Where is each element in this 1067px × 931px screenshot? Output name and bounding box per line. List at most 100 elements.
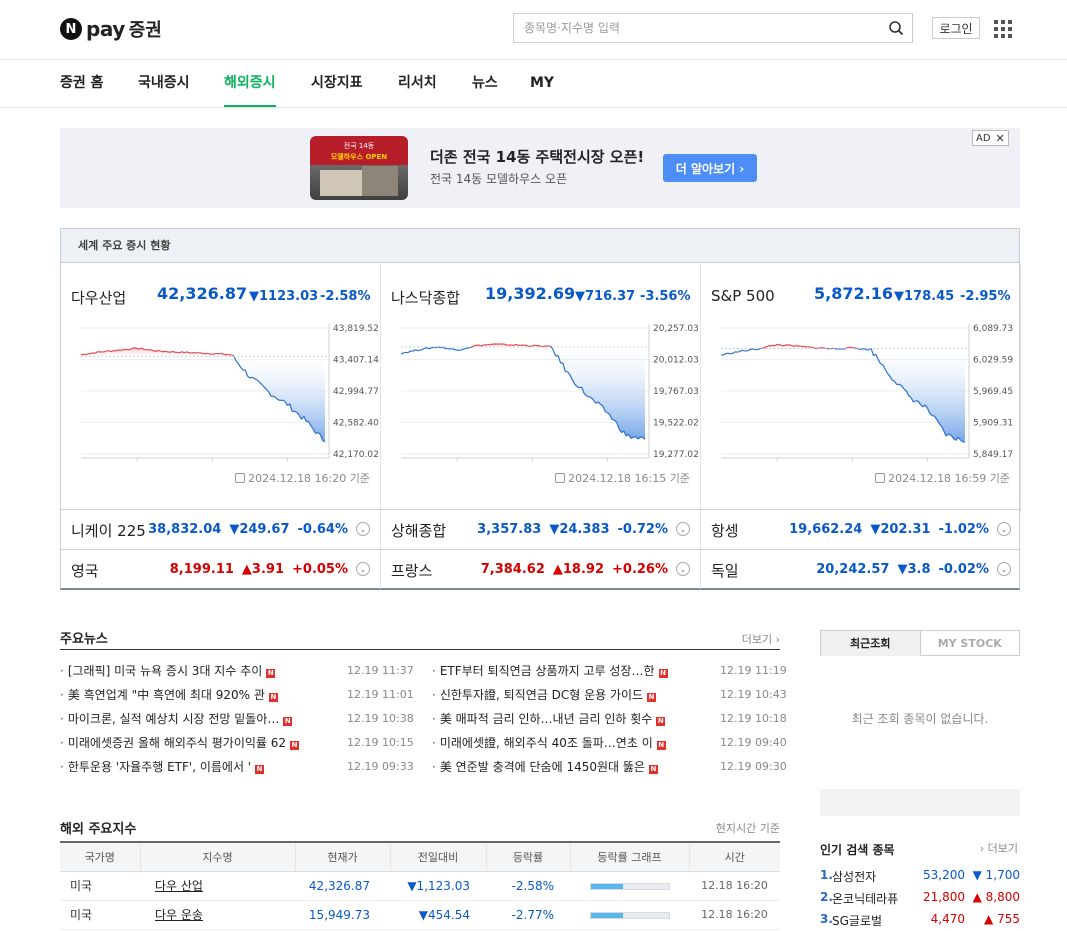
stock-name[interactable]: 온코닉테라퓨 [832, 890, 898, 907]
news-item[interactable]: · 신한투자證, 퇴직연금 DC형 운용 가이드 N [432, 686, 657, 703]
summary-hangseng[interactable]: 항셍 19,662.24 ▼202.31 -1.02% ⌄ [701, 510, 1021, 549]
tab-overseas[interactable]: 해외증시 [224, 60, 276, 107]
news-item[interactable]: · ETF부터 퇴직연금 상품까지 고루 성장…한 N [432, 662, 668, 679]
news-title[interactable]: [그래픽] 미국 뉴욕 증시 3대 지수 추이 [68, 664, 262, 678]
news-item[interactable]: · 미래에셋證, 해외주식 40조 돌파…연초 이N [432, 734, 666, 751]
news-title[interactable]: 미래에셋證, 해외주식 40조 돌파…연초 이 [440, 736, 653, 750]
chart-line-segment [588, 396, 592, 399]
rate-bar-fill [590, 912, 624, 918]
new-badge-icon: N [268, 693, 278, 702]
summary-name: 니케이 225 [71, 522, 146, 540]
news-title[interactable]: 美 매파적 금리 인하…내년 금리 인하 횟수 [440, 712, 653, 726]
news-title[interactable]: 美 흑연업계 "中 흑연에 최대 920% 관 [68, 688, 265, 702]
news-title[interactable]: 미래에셋증권 올해 해외주식 평가이익률 62 [68, 736, 286, 750]
market-card-dow[interactable]: 다우산업 42,326.87 ▼1123.03 -2.58% 43,819.52… [61, 264, 381, 512]
chart-area-up [81, 347, 325, 357]
search-icon[interactable] [888, 20, 904, 36]
market-card-sp500[interactable]: S&P 500 5,872.16 ▼178.45 -2.95% 6,089.73… [701, 264, 1021, 512]
npay-stock-logo[interactable]: N pay 증권 [60, 16, 162, 42]
news-title[interactable]: 마이크론, 실적 예상치 시장 전망 밑돌아… [68, 712, 280, 726]
chevron-down-icon[interactable]: ⌄ [676, 562, 690, 576]
news-item[interactable]: · 한투운용 '자율주행 ETF', 이름에서 ' N [60, 758, 265, 775]
news-title[interactable]: 한투운용 '자율주행 ETF', 이름에서 ' [68, 760, 251, 774]
stock-change: ▲ 8,800 [972, 890, 1020, 904]
y-tick-label: 20,012.03 [653, 356, 699, 366]
new-badge-icon: N [266, 669, 276, 678]
tab-domestic[interactable]: 국내증시 [138, 60, 190, 107]
summary-france[interactable]: 프랑스 7,384.62 ▲18.92 +0.26% ⌄ [381, 550, 701, 589]
summary-values: 3,357.83 ▼24.383 -0.72% [477, 522, 668, 537]
popular-more-link[interactable]: › 더보기 [980, 840, 1018, 856]
chevron-down-icon[interactable]: ⌄ [676, 522, 690, 536]
ad-title[interactable]: 더존 전국 14동 주택전시장 오픈! [430, 146, 644, 167]
chart-line-segment [534, 344, 538, 347]
summary-name: 영국 [71, 562, 99, 580]
table-row[interactable]: 미국 다우 운송 15,949.73 ▼454.54 -2.77% 12.18 16:20 [60, 900, 780, 930]
chart-line-segment [795, 344, 799, 347]
index-link[interactable]: 다우 운송 [155, 908, 203, 922]
news-item[interactable]: · 美 연준발 충격에 단숨에 1450원대 뚫은 N [432, 758, 658, 775]
login-button[interactable]: 로그인 [932, 17, 980, 39]
close-icon[interactable]: ✕ [996, 132, 1005, 145]
stock-name[interactable]: SG글로벌 [832, 912, 882, 929]
app-grid-icon[interactable] [994, 20, 1012, 38]
ad-learn-more-button[interactable]: 더 알아보기 › [663, 154, 757, 182]
list-item[interactable]: 1. 삼성전자 53,200 ▼ 1,700 [820, 868, 1020, 888]
stock-change: ▼ 1,700 [972, 868, 1020, 882]
news-more-link[interactable]: 더보기 › [742, 631, 780, 647]
summary-values: 20,242.57 ▼3.8 -0.02% [816, 562, 989, 577]
summary-germany[interactable]: 독일 20,242.57 ▼3.8 -0.02% ⌄ [701, 550, 1021, 589]
list-item[interactable]: 2. 온코닉테라퓨 21,800 ▲ 8,800 [820, 890, 1020, 910]
news-item[interactable]: · [그래픽] 미국 뉴욕 증시 3대 지수 추이 N [60, 662, 276, 679]
market-timestamp: 2024.12.18 16:20 기준 [235, 470, 370, 486]
news-item[interactable]: · 미래에셋증권 올해 해외주식 평가이익률 62 N [60, 734, 300, 751]
ad-thumbnail[interactable]: 전국 14동 모델하우스 OPEN [310, 136, 408, 200]
cell-time: 12.18 16:20 [689, 900, 780, 930]
news-time: 12.19 09:33 [347, 760, 414, 773]
summary-name: 프랑스 [391, 562, 433, 580]
search-input[interactable] [514, 14, 874, 42]
news-item[interactable]: · 마이크론, 실적 예상치 시장 전망 밑돌아… N [60, 710, 293, 727]
chevron-down-icon[interactable]: ⌄ [997, 562, 1011, 576]
tab-market-indicators[interactable]: 시장지표 [311, 60, 363, 107]
tab-recent-viewed[interactable]: 최근조회 [820, 630, 921, 656]
chart-line-segment [461, 348, 465, 351]
table-row[interactable]: 미국 다우 산업 42,326.87 ▼1,123.03 -2.58% 12.18 16:… [60, 871, 780, 901]
tab-stock-home[interactable]: 증권 홈 [60, 60, 104, 107]
tab-news[interactable]: 뉴스 [472, 60, 498, 107]
summary-shanghai[interactable]: 상해종합 3,357.83 ▼24.383 -0.72% ⌄ [381, 510, 701, 549]
bullet: · [60, 712, 64, 726]
news-item[interactable]: · 美 매파적 금리 인하…내년 금리 인하 횟수 N [432, 710, 666, 727]
chevron-down-icon[interactable]: ⌄ [356, 562, 370, 576]
chevron-down-icon[interactable]: ⌄ [356, 522, 370, 536]
list-item[interactable]: 3. SG글로벌 4,470 ▲ 755 [820, 912, 1020, 931]
ad-banner[interactable]: 전국 14동 모델하우스 OPEN 더존 전국 14동 주택전시장 오픈! 전국… [60, 128, 1020, 208]
news-title[interactable]: 美 연준발 충격에 단숨에 1450원대 뚫은 [440, 760, 645, 774]
tab-research[interactable]: 리서치 [398, 60, 437, 107]
news-item[interactable]: · 美 흑연업계 "中 흑연에 최대 920% 관N [60, 686, 278, 703]
market-value: 19,392.69 [485, 284, 576, 303]
index-link[interactable]: 다우 산업 [155, 879, 203, 893]
chart-line-segment [403, 351, 406, 354]
summary-uk[interactable]: 영국 8,199.11 ▲3.91 +0.05% ⌄ [61, 550, 381, 589]
world-markets-title: 세계 주요 증시 현황 [61, 229, 1019, 263]
chart-line-segment [85, 353, 89, 356]
stock-name[interactable]: 삼성전자 [832, 868, 876, 885]
new-badge-icon: N [656, 717, 666, 726]
summary-nikkei[interactable]: 니케이 225 38,832.04 ▼249.67 -0.64% ⌄ [61, 510, 381, 549]
news-title[interactable]: 신한투자證, 퇴직연금 DC형 운용 가이드 [440, 688, 643, 702]
tab-my[interactable]: MY [530, 60, 554, 107]
stock-price: 53,200 [923, 868, 965, 882]
chevron-down-icon[interactable]: ⌄ [997, 522, 1011, 536]
col-index-name: 지수명 [140, 842, 296, 872]
sidebar-banner[interactable] [820, 789, 1020, 816]
news-title[interactable]: ETF부터 퇴직연금 상품까지 고루 성장…한 [440, 664, 655, 678]
bullet: · [432, 712, 436, 726]
bullet: · [60, 736, 64, 750]
chart-line-segment [452, 348, 456, 351]
chart-line-segment [108, 350, 112, 353]
chart-line-segment [414, 349, 418, 352]
search-box [513, 13, 913, 43]
market-card-nasdaq[interactable]: 나스닥종합 19,392.69 ▼716.37 -3.56% 20,257.03… [381, 264, 701, 512]
tab-my-stock[interactable]: MY STOCK [920, 630, 1020, 656]
